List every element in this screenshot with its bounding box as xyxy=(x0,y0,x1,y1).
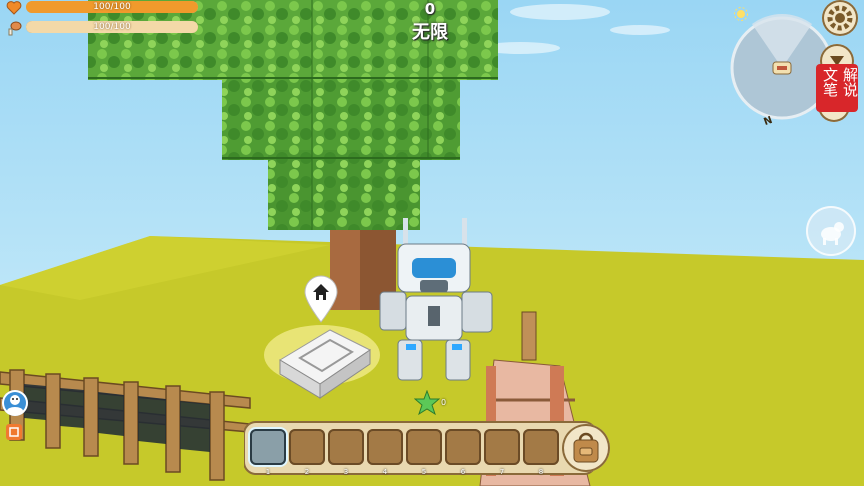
hotbar-slot[interactable] xyxy=(289,429,325,465)
hotbar-slot-number: 7 xyxy=(499,468,505,476)
gear-icon xyxy=(827,5,853,31)
backpack-button[interactable] xyxy=(562,424,610,472)
mount-button[interactable] xyxy=(806,206,856,256)
hotbar-slot-number: 8 xyxy=(538,468,544,476)
health-text: 100/100 xyxy=(93,2,131,12)
task-button[interactable] xyxy=(6,424,22,440)
backpack-icon xyxy=(573,432,599,463)
top-counter: 0 xyxy=(424,0,436,18)
dog-icon xyxy=(821,222,844,245)
hotbar-slot-number: 3 xyxy=(343,468,349,476)
hotbar-slot[interactable] xyxy=(445,429,481,465)
hotbar-slot[interactable] xyxy=(250,429,286,465)
health-bar: 100/100 xyxy=(26,1,198,13)
star-count: 0 xyxy=(441,398,447,407)
hotbar: 1 2 3 4 5 6 7 8 xyxy=(244,420,616,478)
heart-icon xyxy=(6,0,22,16)
hotbar-slot[interactable] xyxy=(484,429,520,465)
robot-head-icon xyxy=(772,61,792,75)
hotbar-slot[interactable] xyxy=(406,429,442,465)
hotbar-slot[interactable] xyxy=(367,429,403,465)
hotbar-slot-number: 6 xyxy=(460,468,466,476)
clouds xyxy=(480,4,670,54)
square-icon xyxy=(9,427,19,437)
drumstick-icon xyxy=(6,20,22,36)
watermark-text: 解说 文笔 xyxy=(821,67,859,97)
game-scene[interactable]: 0 100/100 100/100 0 无限 N 解说 文笔 1 2 3 4 5… xyxy=(0,0,864,486)
hotbar-slot[interactable] xyxy=(523,429,559,465)
watermark-seal: 解说 文笔 xyxy=(816,64,859,112)
hunger-bar: 100/100 xyxy=(26,21,198,33)
chat-button[interactable] xyxy=(2,390,28,416)
avatar-icon xyxy=(7,395,23,415)
top-label: 无限 xyxy=(412,22,448,43)
hotbar-slot-number: 4 xyxy=(382,468,388,476)
star-icon xyxy=(413,389,441,416)
hotbar-slot[interactable] xyxy=(328,429,364,465)
hotbar-slot-number: 2 xyxy=(304,468,310,476)
hotbar-slot-number: 1 xyxy=(265,468,271,476)
waypoint-marker xyxy=(303,274,339,334)
hunger-text: 100/100 xyxy=(93,22,131,32)
settings-button[interactable] xyxy=(822,0,858,36)
hotbar-slot-number: 5 xyxy=(421,468,427,476)
